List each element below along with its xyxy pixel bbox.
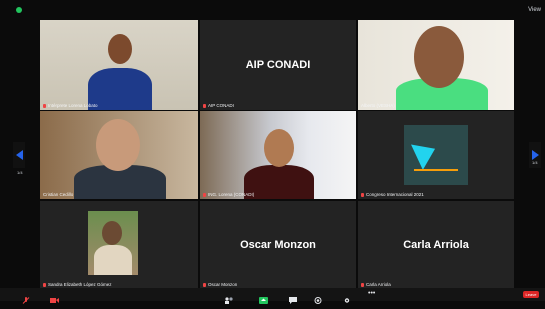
security-shield-icon[interactable] xyxy=(16,7,22,13)
participant-head xyxy=(96,119,140,171)
logo-shape xyxy=(411,136,441,170)
more-options-icon[interactable]: ••• xyxy=(368,290,376,298)
logo-stripe xyxy=(414,169,458,171)
mic-muted-icon xyxy=(361,282,364,287)
mic-muted-icon xyxy=(203,282,206,287)
mic-muted-icon xyxy=(203,103,206,108)
participant-name: Congreso Internacional 2021 xyxy=(361,192,424,197)
meeting-toolbar: ••• Leave xyxy=(0,288,545,304)
video-camera-off-icon[interactable] xyxy=(50,291,59,303)
participant-display-name: AIP CONADI xyxy=(245,59,311,71)
microphone-muted-icon[interactable] xyxy=(22,291,30,304)
participant-display-name: Oscar Monzon xyxy=(240,239,316,251)
video-tile-lorena-conadi[interactable]: ING. Lorena (CONADI) xyxy=(200,111,356,199)
video-tile-sandra[interactable]: Sandra Elizabeth López Gómez xyxy=(40,201,198,289)
participant-name: AIP CONADI xyxy=(203,103,234,108)
participant-head xyxy=(102,221,122,245)
mic-muted-icon xyxy=(43,103,46,108)
leave-meeting-button[interactable]: Leave xyxy=(523,291,539,298)
mic-muted-icon xyxy=(203,192,206,197)
settings-gear-icon[interactable] xyxy=(343,291,351,303)
video-tile-aip-conadi[interactable]: AIP CONADI AIP CONADI xyxy=(200,20,356,110)
previous-page-button[interactable] xyxy=(13,142,25,168)
participant-head xyxy=(414,26,464,88)
participant-name: Alberto (VESHA) xyxy=(361,103,395,108)
arrow-left-icon xyxy=(15,150,23,160)
page-indicator-left: 1/4 xyxy=(17,170,23,175)
participant-name: ING. Lorena (CONADI) xyxy=(203,192,254,197)
profile-picture xyxy=(88,211,138,275)
participant-head xyxy=(108,34,132,64)
video-tile-congreso[interactable]: Congreso Internacional 2021 xyxy=(358,111,514,199)
video-tile-cristian[interactable]: Cristian Cedillo xyxy=(40,111,198,199)
mic-muted-icon xyxy=(43,282,46,287)
participant-name: Cristian Cedillo xyxy=(43,192,74,197)
mic-muted-icon xyxy=(361,192,364,197)
page-indicator-right: 1/4 xyxy=(532,160,538,165)
participant-figure xyxy=(244,165,314,199)
video-tile-alberto[interactable]: Alberto (VESHA) xyxy=(358,20,514,110)
top-bar: View xyxy=(0,0,545,18)
participant-name: Oscar Monzon xyxy=(203,282,237,287)
arrow-right-icon xyxy=(531,150,539,160)
chat-icon[interactable] xyxy=(289,291,297,304)
participants-icon[interactable] xyxy=(224,291,233,304)
video-tile-interpreter[interactable]: Intérprete Lorena Lobato xyxy=(40,20,198,110)
participant-head xyxy=(264,129,294,167)
video-tile-oscar[interactable]: Oscar Monzon Oscar Monzon xyxy=(200,201,356,289)
participant-figure xyxy=(94,245,132,275)
share-screen-icon[interactable] xyxy=(259,291,268,304)
congress-logo-image xyxy=(404,125,468,185)
view-button[interactable]: View xyxy=(528,6,541,14)
video-tile-carla[interactable]: Carla Arriola Carla Arriola xyxy=(358,201,514,289)
participant-name: Intérprete Lorena Lobato xyxy=(43,103,98,108)
participant-name: Carla Arriola xyxy=(361,282,391,287)
participant-display-name: Carla Arriola xyxy=(403,239,469,251)
record-icon[interactable] xyxy=(314,291,322,304)
participant-name: Sandra Elizabeth López Gómez xyxy=(43,282,112,287)
